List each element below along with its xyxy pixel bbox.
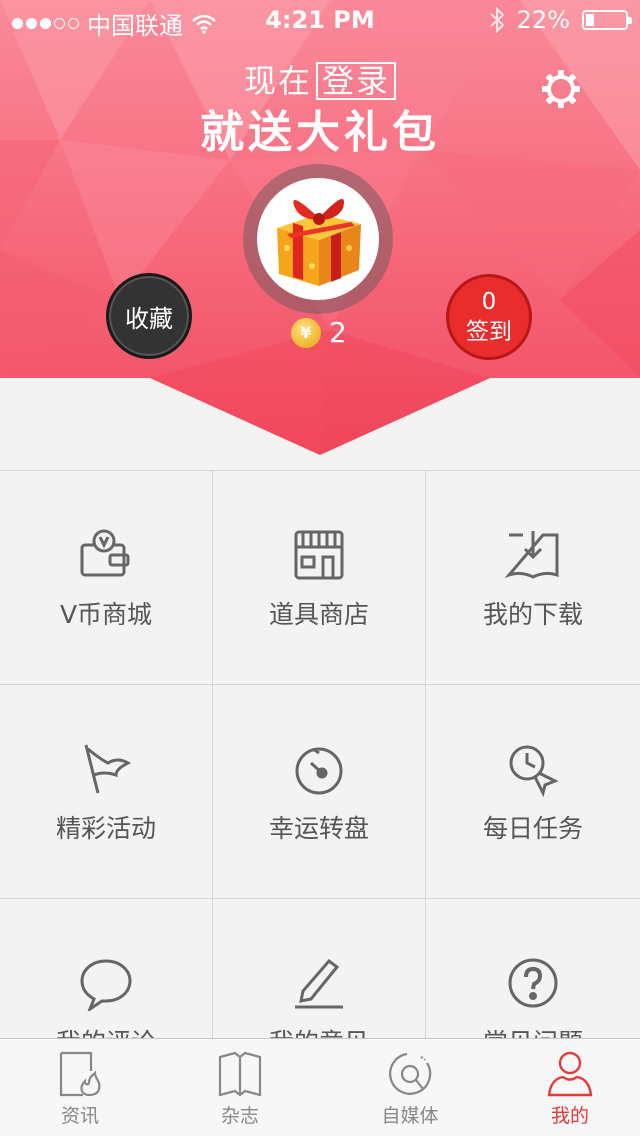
pen-icon <box>295 958 343 1009</box>
grid-item-label: V币商城 <box>59 600 153 629</box>
promo-headline: 就送大礼包 <box>200 107 440 158</box>
login-button[interactable]: 登录 <box>316 62 397 100</box>
grid-item-my-downloads[interactable]: 我的下载 <box>426 471 640 685</box>
grid-item-prop-shop[interactable]: 道具商店 <box>213 471 426 685</box>
tab-we-media[interactable]: 自媒体 <box>320 1039 500 1136</box>
grid-item-label: 常见问题 <box>483 1023 583 1038</box>
battery-icon <box>582 10 632 30</box>
grid-item-label: 我的下载 <box>482 600 583 629</box>
flag-icon <box>84 744 132 794</box>
grid-item-faq[interactable]: 常见问题 <box>426 899 640 1038</box>
grid-item-label: 精彩活动 <box>55 814 156 843</box>
magazine-icon <box>218 1051 262 1097</box>
comment-icon <box>80 959 132 1011</box>
signin-label: 签到 <box>466 319 512 345</box>
tab-bar: 资讯 杂志 自媒体 我的 <box>0 1038 640 1136</box>
tab-label: 我的 <box>550 1105 589 1127</box>
grid-item-vcoin-mall[interactable]: V币商城 <box>0 471 213 685</box>
clock-badge-icon <box>509 745 559 797</box>
person-icon <box>547 1051 593 1097</box>
tab-magazine[interactable]: 杂志 <box>160 1039 320 1136</box>
grid-item-label: 我的评论 <box>56 1023 156 1038</box>
shop-icon <box>294 530 344 580</box>
bluetooth-icon <box>489 7 505 33</box>
signin-button[interactable]: 0 签到 <box>446 274 532 360</box>
coin-balance: ¥ 2 <box>291 316 347 349</box>
favorites-label: 收藏 <box>125 304 173 333</box>
battery-percent: 22% <box>516 6 570 34</box>
promo-prefix: 现在 <box>243 62 312 100</box>
grid-item-events[interactable]: 精彩活动 <box>0 685 213 899</box>
coin-count: 2 <box>329 316 347 349</box>
wallet-v-icon <box>80 529 130 577</box>
feature-grid: V币商城 道具商店 我的下载 精彩活动 幸运转盘 每日任务 <box>0 470 640 1038</box>
book-download-icon <box>505 531 559 579</box>
status-bar: 中国联通 4:21 PM 22% <box>0 0 640 40</box>
grid-item-label: 每日任务 <box>482 814 583 843</box>
battery-fill <box>586 14 594 26</box>
signin-count: 0 <box>481 289 497 315</box>
status-right: 22% <box>489 6 632 34</box>
gift-box-icon <box>277 199 361 286</box>
tab-label: 资讯 <box>60 1105 99 1127</box>
question-icon <box>508 958 558 1008</box>
tab-mine[interactable]: 我的 <box>500 1039 640 1136</box>
favorites-button[interactable]: 收藏 <box>106 273 192 359</box>
grid-item-daily-tasks[interactable]: 每日任务 <box>426 685 640 899</box>
grid-item-my-comments[interactable]: 我的评论 <box>0 899 213 1038</box>
avatar-inner <box>257 178 379 300</box>
media-disc-icon <box>389 1052 432 1095</box>
grid-item-my-feedback[interactable]: 我的意见 <box>213 899 426 1038</box>
coin-icon: ¥ <box>291 317 321 348</box>
profile-header: 中国联通 4:21 PM 22% 现在 登录 就送大礼包 ¥ 2 收藏 0 签到 <box>0 0 640 455</box>
tab-label: 杂志 <box>220 1105 259 1127</box>
avatar[interactable] <box>243 164 393 314</box>
grid-item-label: 幸运转盘 <box>268 814 369 843</box>
news-flame-icon <box>59 1051 101 1097</box>
grid-item-label: 道具商店 <box>268 600 369 629</box>
wheel-icon <box>295 747 343 795</box>
grid-item-label: 我的意见 <box>269 1023 369 1038</box>
tab-label: 自媒体 <box>381 1105 439 1127</box>
grid-item-lucky-wheel[interactable]: 幸运转盘 <box>213 685 426 899</box>
tab-news[interactable]: 资讯 <box>0 1039 160 1136</box>
